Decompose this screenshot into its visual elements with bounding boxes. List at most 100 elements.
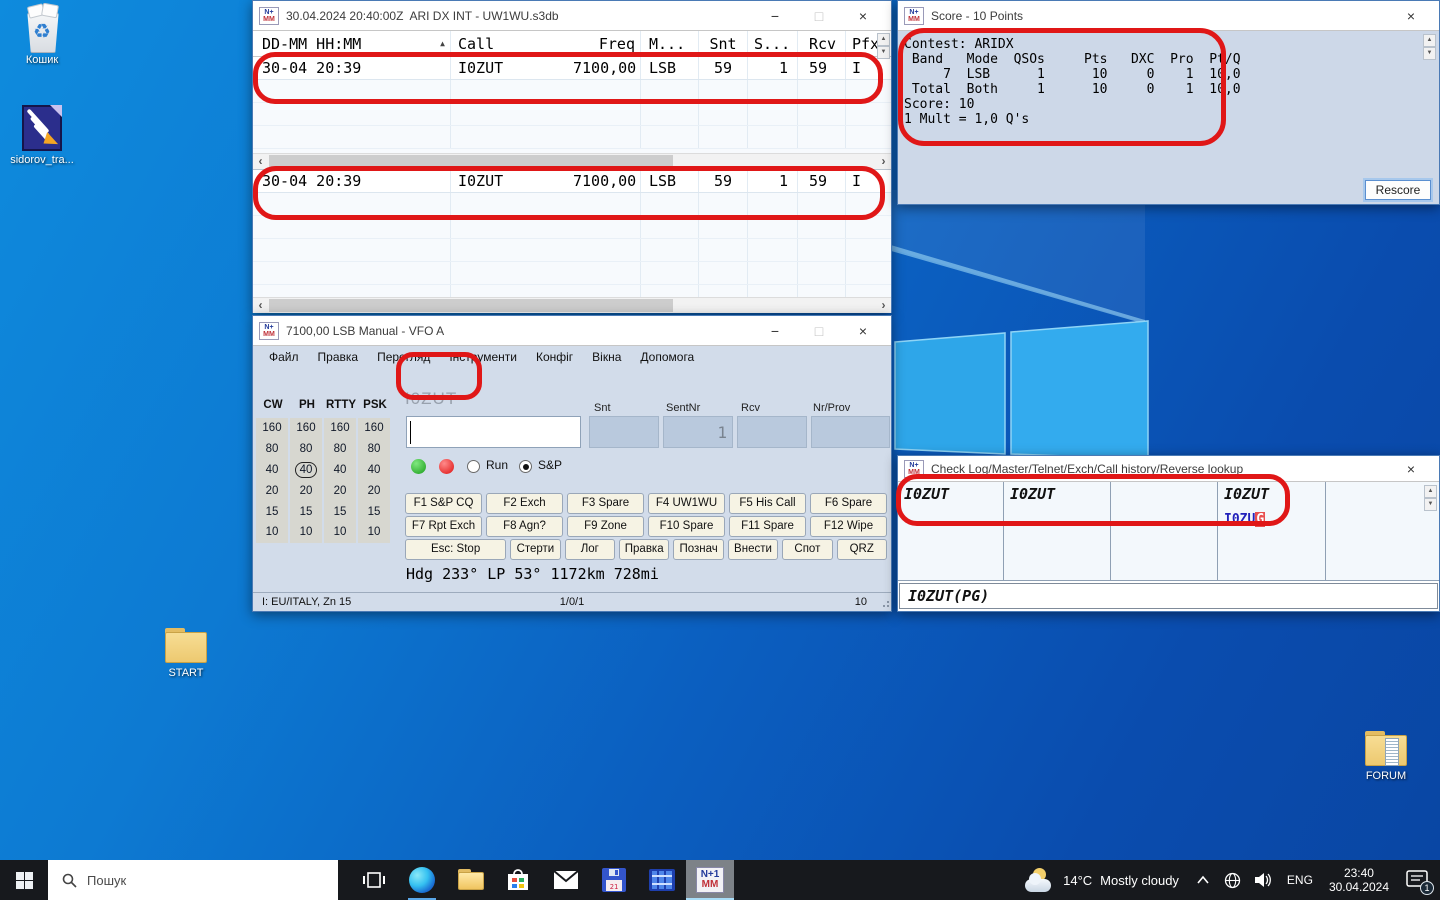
band-button-10-CW[interactable]: 10	[256, 522, 288, 543]
taskbar-archiver[interactable]	[638, 860, 686, 900]
task-view-button[interactable]	[350, 860, 398, 900]
log-row[interactable]: 30-04 20:39I0ZUT7100,00LSB59159I	[253, 57, 891, 80]
taskbar-store[interactable]	[494, 860, 542, 900]
scrollbar-thumb[interactable]	[269, 299, 673, 312]
scroll-right-icon[interactable]: ›	[876, 154, 891, 169]
minimize-icon[interactable]: −	[753, 317, 797, 345]
scroll-down-icon[interactable]: ▼	[877, 46, 890, 59]
close-icon[interactable]: ×	[841, 2, 885, 30]
close-icon[interactable]: ×	[841, 317, 885, 345]
menu-item-Інструменти[interactable]: Інструменти	[449, 350, 517, 364]
menu-item-Вікна[interactable]: Вікна	[592, 350, 621, 364]
fkey-button-F6 Spare[interactable]: F6 Spare	[810, 493, 887, 514]
entry-window-titlebar[interactable]: N+MM 7100,00 LSB Manual - VFO A − □ ×	[253, 316, 891, 346]
resize-grip[interactable]	[881, 601, 889, 609]
log-empty-row[interactable]	[253, 193, 891, 216]
fkey-button-Правка[interactable]: Правка	[619, 539, 669, 560]
band-button-40-PSK[interactable]: 40	[358, 460, 390, 481]
log-table-header[interactable]: DD-MM HH:MM▲CallFreqM...SntS...RcvPfx	[253, 31, 891, 57]
fkey-button-F2 Exch[interactable]: F2 Exch	[486, 493, 563, 514]
start-button[interactable]	[0, 860, 48, 900]
band-button-80-RTTY[interactable]: 80	[324, 439, 356, 460]
log-row[interactable]: 30-04 20:39I0ZUT7100,00LSB59159I	[253, 170, 891, 193]
check-vertical-spinner[interactable]: ▲ ▼	[1424, 485, 1437, 511]
callsign-input[interactable]	[406, 416, 581, 448]
scroll-down-icon[interactable]: ▼	[1423, 47, 1436, 60]
log-empty-row[interactable]	[253, 80, 891, 103]
log-vertical-spinner[interactable]: ▲ ▼	[877, 33, 890, 59]
tray-chevron[interactable]	[1189, 860, 1217, 900]
desktop-icon-start-folder[interactable]: START	[151, 628, 221, 679]
band-button-15-RTTY[interactable]: 15	[324, 501, 356, 522]
band-button-160-CW[interactable]: 160	[256, 418, 288, 439]
fkey-button-Познач[interactable]: Познач	[673, 539, 723, 560]
fkey-button-F11 Spare[interactable]: F11 Spare	[729, 516, 806, 537]
desktop-icon-forum-folder[interactable]: FORUM	[1351, 731, 1421, 782]
sp-radio[interactable]	[519, 460, 532, 473]
log-window-titlebar[interactable]: N+MM 30.04.2024 20:40:00Z ARI DX INT - U…	[253, 1, 891, 31]
fkey-button-F7 Rpt Exch[interactable]: F7 Rpt Exch	[405, 516, 482, 537]
desktop-icon-recycle-bin[interactable]: ♻ Кошик	[7, 5, 77, 66]
log-empty-row[interactable]	[253, 216, 891, 239]
taskbar-edge[interactable]	[398, 860, 446, 900]
band-button-80-PSK[interactable]: 80	[358, 439, 390, 460]
log-empty-row[interactable]	[253, 103, 891, 126]
fkey-button-F5 His Call[interactable]: F5 His Call	[729, 493, 806, 514]
taskbar-clock[interactable]: 23:40 30.04.2024	[1320, 860, 1398, 900]
band-button-160-PSK[interactable]: 160	[358, 418, 390, 439]
band-button-160-PH[interactable]: 160	[290, 418, 322, 439]
menu-item-Файл[interactable]: Файл	[269, 350, 299, 364]
taskbar-search[interactable]: Пошук	[48, 860, 338, 900]
fkey-button-Esc: Stop[interactable]: Esc: Stop	[405, 539, 506, 560]
check-window-titlebar[interactable]: N+MM Check Log/Master/Telnet/Exch/Call h…	[898, 456, 1439, 482]
band-button-40-CW[interactable]: 40	[256, 460, 288, 481]
menu-item-Перегляд[interactable]: Перегляд	[377, 350, 430, 364]
log-hscrollbar-bottom[interactable]: ‹ ›	[253, 297, 891, 313]
language-indicator[interactable]: ENG	[1280, 860, 1320, 900]
fkey-button-Внести[interactable]: Внести	[728, 539, 778, 560]
band-button-15-PSK[interactable]: 15	[358, 501, 390, 522]
scroll-right-icon[interactable]: ›	[876, 298, 891, 313]
band-button-20-CW[interactable]: 20	[256, 480, 288, 501]
band-button-15-PH[interactable]: 15	[290, 501, 322, 522]
band-button-160-RTTY[interactable]: 160	[324, 418, 356, 439]
taskbar-file-explorer[interactable]	[446, 860, 494, 900]
tray-network[interactable]	[1217, 860, 1248, 900]
check-column-5[interactable]	[1326, 482, 1426, 580]
taskbar-n1mm-active[interactable]: N+1MM	[686, 860, 734, 900]
band-button-40-PH[interactable]: 40	[290, 460, 322, 481]
fkey-button-F9 Zone[interactable]: F9 Zone	[567, 516, 644, 537]
fkey-button-Спот[interactable]: Спот	[782, 539, 832, 560]
run-radio[interactable]	[467, 460, 480, 473]
maximize-icon[interactable]: □	[797, 317, 841, 345]
score-window-titlebar[interactable]: N+MM Score - 10 Points ×	[898, 1, 1439, 31]
scroll-down-icon[interactable]: ▼	[1424, 498, 1437, 511]
check-column-2[interactable]: I0ZUT	[1004, 482, 1111, 580]
log-empty-row[interactable]	[253, 285, 891, 297]
fkey-button-F8 Agn?[interactable]: F8 Agn?	[486, 516, 563, 537]
check-column-3[interactable]	[1111, 482, 1218, 580]
snt-field[interactable]	[589, 416, 659, 448]
minimize-icon[interactable]: −	[753, 2, 797, 30]
close-icon[interactable]: ×	[1389, 2, 1433, 30]
taskbar-mail[interactable]	[542, 860, 590, 900]
fkey-button-F10 Spare[interactable]: F10 Spare	[648, 516, 725, 537]
maximize-icon[interactable]: □	[797, 2, 841, 30]
band-button-10-PH[interactable]: 10	[290, 522, 322, 543]
weather-widget[interactable]: 14°C Mostly cloudy	[1015, 860, 1189, 900]
taskbar-logger-app[interactable]: 21	[590, 860, 638, 900]
fkey-button-Лог[interactable]: Лог	[565, 539, 615, 560]
nr-prov-field[interactable]	[811, 416, 890, 448]
score-vertical-spinner[interactable]: ▲ ▼	[1423, 34, 1436, 60]
band-button-20-PH[interactable]: 20	[290, 480, 322, 501]
fkey-button-F3 Spare[interactable]: F3 Spare	[567, 493, 644, 514]
check-column-1[interactable]: I0ZUT	[898, 482, 1004, 580]
desktop-icon-sidorov-file[interactable]: sidorov_tra...	[7, 105, 77, 166]
fkey-button-F4 UW1WU[interactable]: F4 UW1WU	[648, 493, 725, 514]
sentnr-field[interactable]: 1	[663, 416, 733, 448]
menu-item-Правка[interactable]: Правка	[318, 350, 359, 364]
fkey-button-F12 Wipe[interactable]: F12 Wipe	[810, 516, 887, 537]
fkey-button-Стерти[interactable]: Стерти	[510, 539, 560, 560]
band-button-20-RTTY[interactable]: 20	[324, 480, 356, 501]
menu-item-Допомога[interactable]: Допомога	[640, 350, 694, 364]
